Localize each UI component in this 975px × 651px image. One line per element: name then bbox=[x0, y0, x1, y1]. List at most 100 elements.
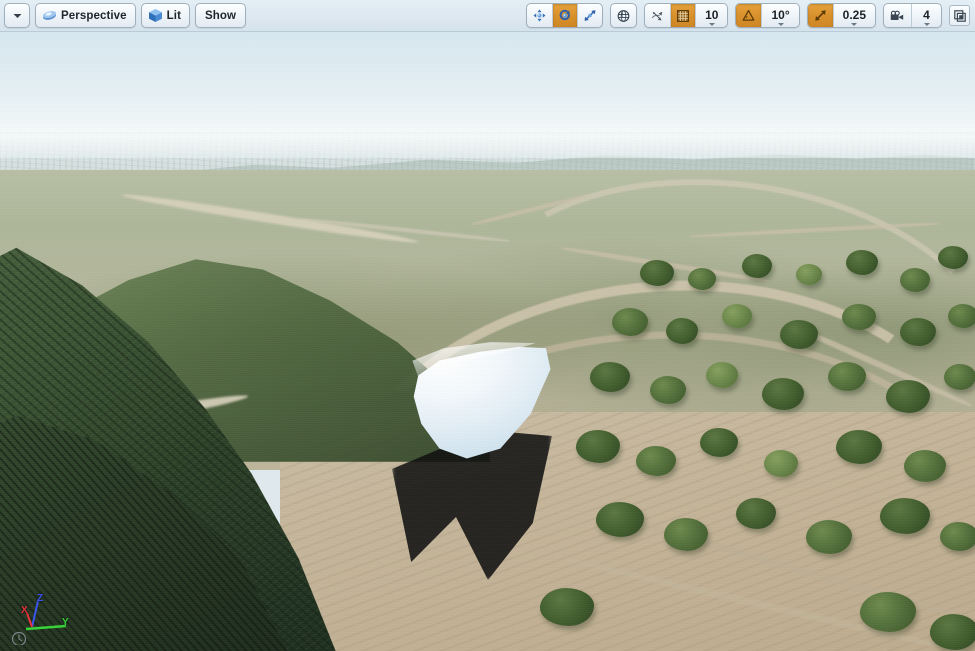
tree-cluster bbox=[938, 246, 968, 269]
camera-mode-group: Perspective bbox=[35, 3, 136, 28]
tree-cluster bbox=[860, 592, 916, 632]
surface-snap-button[interactable] bbox=[645, 4, 670, 27]
camera-speed-group: 4 bbox=[883, 3, 942, 28]
gizmo-clock-hands bbox=[18, 634, 23, 642]
viewport-options-menu[interactable] bbox=[5, 4, 29, 27]
view-mode-button[interactable]: Lit bbox=[142, 4, 189, 27]
rotate-arrow-icon bbox=[559, 9, 571, 21]
show-menu-label: Show bbox=[205, 9, 237, 22]
tree-cluster bbox=[736, 498, 776, 529]
view-mode-group: Lit bbox=[140, 3, 191, 28]
maximize-viewport-button[interactable] bbox=[949, 5, 970, 26]
camera-speed-value[interactable]: 4 bbox=[911, 4, 941, 27]
rotate-mode-button[interactable] bbox=[552, 4, 578, 27]
translate-mode-button[interactable] bbox=[527, 4, 552, 27]
transform-mode-group bbox=[526, 3, 604, 28]
scale-mode-button[interactable] bbox=[577, 4, 602, 27]
grid-snap-toggle[interactable] bbox=[670, 4, 696, 27]
coordinate-system-group bbox=[610, 3, 638, 28]
angle-snap-value[interactable]: 10° bbox=[761, 4, 798, 27]
world-coordinates-button[interactable] bbox=[611, 4, 636, 27]
toolbar-left-group: Perspective Lit Show bbox=[0, 3, 247, 28]
snapping-group: 10 bbox=[644, 3, 729, 28]
chevron-down-icon bbox=[851, 23, 858, 26]
chevron-down-icon bbox=[777, 23, 784, 26]
tree-cluster bbox=[700, 428, 738, 457]
chevron-down-icon bbox=[13, 13, 21, 18]
movie-camera-icon bbox=[890, 10, 904, 20]
surface-snap-icon bbox=[651, 11, 663, 20]
scale-snap-toggle[interactable] bbox=[807, 4, 833, 27]
move-arrows-icon bbox=[533, 9, 546, 22]
tree-cluster bbox=[576, 430, 620, 463]
camera-mode-button[interactable]: Perspective bbox=[36, 4, 135, 27]
scale-diagonal-icon bbox=[814, 10, 826, 21]
chevron-down-icon bbox=[708, 23, 715, 26]
tree-cluster bbox=[540, 588, 594, 626]
scale-snap-value-text: 0.25 bbox=[842, 7, 866, 22]
atmospheric-haze bbox=[0, 118, 975, 158]
grid-snap-value[interactable]: 10 bbox=[695, 4, 727, 27]
chevron-down-icon bbox=[923, 23, 930, 26]
tree-cluster bbox=[900, 318, 936, 346]
tree-cluster bbox=[930, 614, 975, 650]
tree-cluster bbox=[666, 318, 698, 344]
tree-cluster bbox=[664, 518, 708, 551]
tree-cluster bbox=[640, 260, 674, 286]
z-axis-label: Z bbox=[37, 593, 44, 604]
grid-snap-value-text: 10 bbox=[705, 7, 719, 22]
tree-cluster bbox=[722, 304, 752, 328]
tree-cluster bbox=[590, 362, 630, 392]
tree-cluster bbox=[780, 320, 818, 349]
view-mode-label: Lit bbox=[166, 9, 182, 22]
tree-cluster bbox=[612, 308, 648, 336]
tree-cluster bbox=[880, 498, 930, 534]
tree-cluster bbox=[636, 446, 676, 476]
tree-cluster bbox=[846, 250, 878, 275]
toolbar-right-group: 10 10° 0.25 4 bbox=[526, 3, 975, 28]
tree-cluster bbox=[650, 376, 686, 404]
viewport-options-group bbox=[4, 3, 30, 28]
x-axis-label: X bbox=[21, 605, 28, 616]
maximize-icon bbox=[953, 9, 966, 22]
tree-cluster bbox=[762, 378, 804, 410]
y-axis-label: Y bbox=[62, 617, 69, 628]
lit-cube-icon bbox=[148, 9, 162, 22]
angle-triangle-icon bbox=[743, 9, 755, 21]
tree-cluster bbox=[886, 380, 930, 413]
viewport-window: Perspective Lit Show 10 10° 0.25 4 X Y Z bbox=[0, 0, 975, 651]
tree-cluster bbox=[706, 362, 738, 388]
show-menu-group: Show bbox=[195, 3, 247, 28]
axis-gizmo-svg bbox=[11, 600, 67, 647]
globe-icon bbox=[617, 9, 630, 22]
tree-cluster bbox=[828, 362, 866, 391]
tree-cluster bbox=[688, 268, 716, 290]
axis-gizmo: X Y Z bbox=[10, 593, 80, 647]
scale-snap-value[interactable]: 0.25 bbox=[832, 4, 875, 27]
perspective-eye-icon bbox=[43, 11, 56, 20]
scale-arrow-icon bbox=[584, 10, 596, 21]
tree-cluster bbox=[764, 450, 798, 477]
tree-cluster bbox=[596, 502, 644, 537]
show-menu-button[interactable]: Show bbox=[196, 4, 245, 27]
tree-cluster bbox=[944, 364, 975, 390]
tree-cluster bbox=[900, 268, 930, 292]
tree-cluster bbox=[836, 430, 882, 464]
scale-snap-group: 0.25 bbox=[806, 3, 876, 28]
tree-cluster bbox=[948, 304, 975, 328]
camera-speed-value-text: 4 bbox=[923, 7, 930, 22]
tree-cluster bbox=[842, 304, 876, 330]
angle-snap-toggle[interactable] bbox=[736, 4, 762, 27]
tree-cluster bbox=[796, 264, 822, 285]
tree-cluster bbox=[904, 450, 946, 482]
grid-icon bbox=[677, 9, 690, 22]
camera-mode-label: Perspective bbox=[61, 9, 127, 22]
tree-cluster bbox=[940, 522, 975, 551]
camera-speed-button[interactable] bbox=[884, 4, 911, 27]
angle-snap-group: 10° bbox=[735, 3, 800, 28]
level-viewport-3d[interactable]: X Y Z bbox=[0, 32, 975, 651]
tree-cluster bbox=[806, 520, 852, 554]
angle-snap-value-text: 10° bbox=[771, 7, 790, 22]
viewport-toolbar: Perspective Lit Show 10 10° 0.25 4 bbox=[0, 0, 975, 32]
tree-cluster bbox=[742, 254, 772, 278]
